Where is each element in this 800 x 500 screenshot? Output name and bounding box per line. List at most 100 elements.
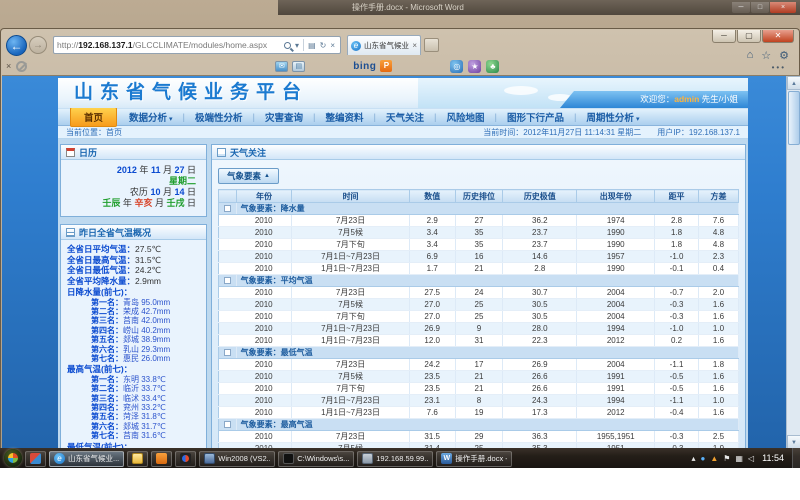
calendar-panel-header: 日历 [61, 145, 206, 160]
table-cell: 8 [455, 395, 503, 407]
table-group-row[interactable]: 气象要素：平均气温 [219, 275, 739, 287]
page-scrollbar[interactable]: ▲ ▼ [786, 76, 800, 449]
taskbar-button-4[interactable] [175, 451, 196, 467]
table-cell: 30.5 [503, 299, 577, 311]
checkbox[interactable] [224, 349, 231, 356]
checkbox[interactable] [224, 205, 231, 212]
table-cell: 1974 [577, 215, 655, 227]
compatibility-view-icon[interactable]: ▤ [306, 41, 318, 50]
close-button[interactable]: ✕ [762, 30, 794, 43]
refresh-icon[interactable]: ↻ [318, 41, 329, 50]
addon-group-right: ◎ ★ ♣ [450, 60, 499, 73]
action-center-icon[interactable]: ⚑ [723, 454, 730, 463]
taskbar-button-6[interactable]: C:\Windows\s... [278, 451, 354, 467]
filter-button-label: 气象要素 [227, 170, 261, 182]
close-icon[interactable]: × [770, 2, 796, 13]
scroll-up-arrow-icon[interactable]: ▲ [787, 76, 800, 90]
taskbar-clock[interactable]: 11:54 [760, 453, 792, 463]
taskbar-button-2[interactable] [127, 451, 148, 467]
nav-item-3[interactable]: 灾害查询 [259, 109, 309, 125]
chevron-down-icon[interactable]: ▾ [293, 41, 301, 50]
new-tab-button[interactable] [424, 38, 439, 52]
addon-camera-icon[interactable]: ◎ [450, 60, 463, 73]
taskbar-button-0[interactable] [25, 451, 46, 467]
maximize-button[interactable]: ▢ [737, 30, 761, 43]
nav-item-2[interactable]: 极端性分析 [189, 109, 249, 125]
element-filter-button[interactable]: 气象要素 ▲ [218, 168, 279, 184]
forward-button[interactable]: → [29, 36, 47, 54]
rank-entry: 第三名：莒南 42.0mm [67, 316, 206, 325]
hidden-icons-icon[interactable]: ▴ [691, 454, 695, 463]
addon-share-icon[interactable]: ♣ [486, 60, 499, 73]
antivirus-icon[interactable]: ● [700, 454, 705, 463]
stop-icon[interactable]: × [328, 41, 337, 50]
table-cell: 26.9 [503, 359, 577, 371]
scroll-down-arrow-icon[interactable]: ▼ [787, 435, 800, 449]
volume-icon[interactable]: ◁ [748, 454, 754, 463]
rank-value: 临沭 33.4℃ [123, 394, 166, 403]
blocked-content-icon[interactable] [16, 61, 27, 72]
nav-item-5[interactable]: 天气关注 [380, 109, 430, 125]
table-row: 20107月1日~7月23日26.9928.01994-1.01.0 [219, 323, 739, 335]
bing-logo[interactable]: bing [353, 61, 376, 72]
mail-icon[interactable]: ✉ [275, 61, 288, 72]
more-options-icon[interactable]: ••• [772, 63, 786, 72]
nav-separator: | [253, 112, 255, 123]
rank-value: 青岛 95.0mm [123, 298, 170, 307]
nav-item-0[interactable]: 首页 [70, 107, 117, 127]
checkbox[interactable] [224, 277, 231, 284]
start-button[interactable] [4, 449, 22, 467]
bing-p-icon[interactable]: P [380, 60, 392, 72]
address-bar[interactable]: http://192.168.137.1/GLCCLIMATE/modules/… [53, 36, 341, 54]
tab-close-icon[interactable]: × [412, 41, 417, 50]
nav-item-1[interactable]: 数据分析▾ [123, 109, 179, 125]
minimize-icon[interactable]: ─ [732, 2, 750, 13]
calendar-text: 日 [184, 165, 196, 175]
alert-icon[interactable]: ▲ [710, 454, 718, 463]
table-cell: 0.4 [698, 263, 738, 275]
nav-item-6[interactable]: 风险地图 [440, 109, 490, 125]
show-desktop-button[interactable] [792, 448, 800, 468]
taskbar-button-label: Win2008 (VS2... [218, 454, 270, 463]
table-cell: 27.0 [409, 299, 455, 311]
taskbar-button-1[interactable]: e山东省气候业... [49, 451, 124, 467]
taskbar-button-7[interactable]: 192.168.59.99... [357, 451, 433, 467]
minimize-button[interactable]: ─ [712, 30, 736, 43]
rank-entry: 第二名：临沂 33.7℃ [67, 384, 206, 393]
taskbar-button-3[interactable] [151, 451, 172, 467]
table-cell: 1.8 [655, 227, 699, 239]
back-button[interactable]: ← [6, 35, 27, 56]
nav-item-8[interactable]: 周期性分析▾ [580, 109, 645, 125]
table-cell: 3.4 [409, 239, 455, 251]
home-icon[interactable]: ⌂ [747, 49, 754, 62]
checkbox[interactable] [224, 421, 231, 428]
nav-separator: | [313, 112, 315, 123]
card-icon[interactable]: ▤ [292, 61, 305, 72]
table-group-row[interactable]: 气象要素：最高气温 [219, 419, 739, 431]
table-group-row[interactable]: 气象要素：降水量 [219, 203, 739, 215]
browser-tab[interactable]: e 山东省气候业务平... × [347, 35, 421, 55]
stat-label: 全省日最低气温： [67, 265, 135, 275]
network-icon[interactable]: ▦ [735, 454, 743, 463]
nav-item-7[interactable]: 图形下行产品 [501, 109, 570, 125]
maximize-icon[interactable]: □ [751, 2, 769, 13]
table-cell: 1.8 [655, 239, 699, 251]
table-cell: 7月23日 [292, 287, 410, 299]
table-group-row[interactable]: 气象要素：最低气温 [219, 347, 739, 359]
scrollbar-thumb[interactable] [788, 91, 800, 145]
nav-item-4[interactable]: 整编资料 [319, 109, 369, 125]
table-cell: 1.8 [698, 359, 738, 371]
favorites-star-icon[interactable]: ☆ [761, 49, 771, 62]
group-checkbox-cell [219, 419, 237, 431]
tools-gear-icon[interactable]: ⚙ [779, 49, 789, 62]
search-icon[interactable] [284, 42, 291, 49]
url-host: 192.168.137.1 [78, 40, 132, 50]
row-spacer-cell [219, 287, 237, 299]
table-cell: 2010 [236, 299, 292, 311]
table-cell: 30.5 [503, 311, 577, 323]
addon-star-icon[interactable]: ★ [468, 60, 481, 73]
table-cell: 7月下旬 [292, 311, 410, 323]
taskbar-button-5[interactable]: Win2008 (VS2... [199, 451, 275, 467]
addon-bar-close-icon[interactable]: × [6, 61, 11, 71]
taskbar-button-8[interactable]: W操作手册.docx -... [436, 451, 512, 467]
